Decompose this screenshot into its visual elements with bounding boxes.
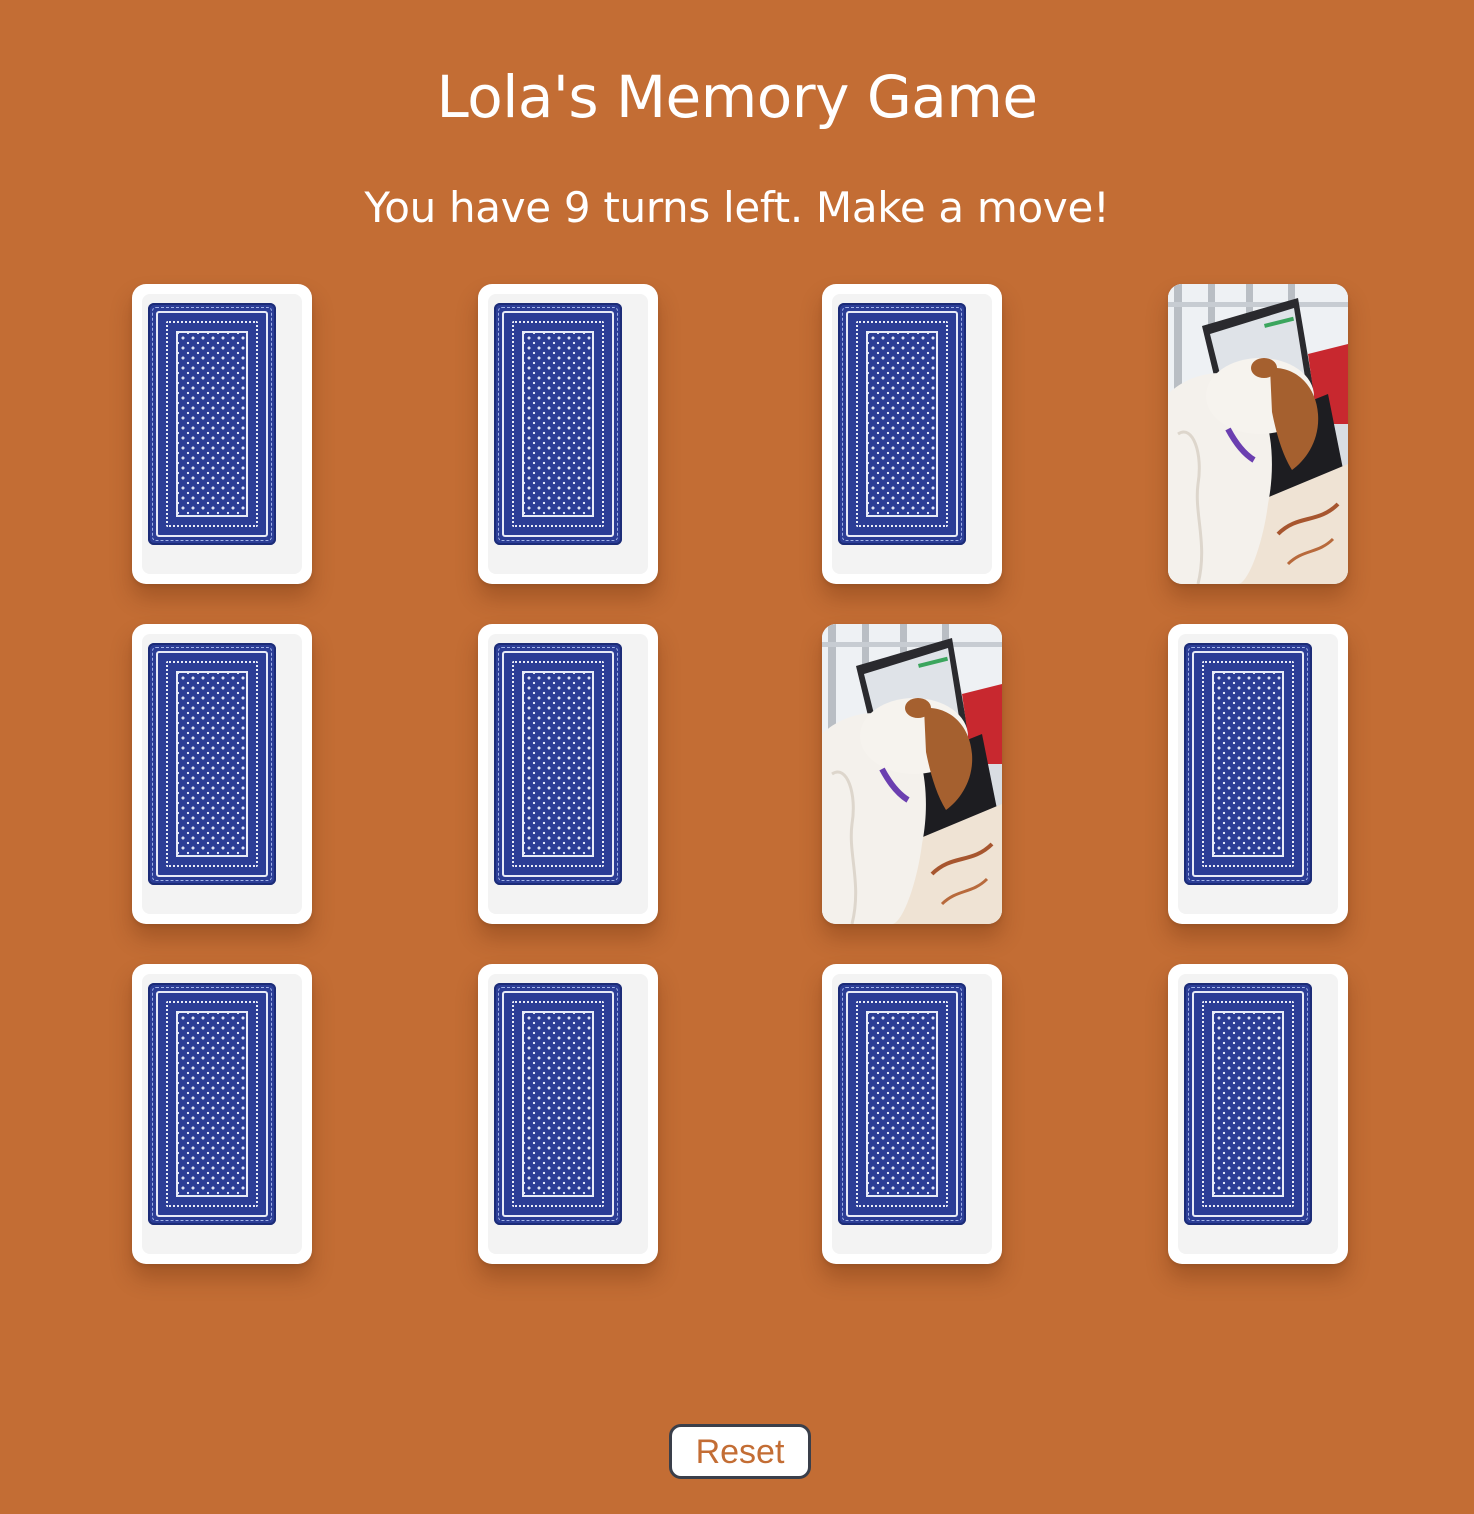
card-back-pattern-icon [1184,983,1312,1225]
memory-card-r1-c2-face-down[interactable] [478,284,658,584]
memory-card-r2-c4-face-down[interactable] [1168,624,1348,924]
dog-photo-icon [1168,284,1348,584]
memory-card-r3-c4-face-down[interactable] [1168,964,1348,1264]
card-back-pattern-icon [148,643,276,885]
card-back-pattern-icon [148,983,276,1225]
card-back-pattern-icon [1184,643,1312,885]
memory-card-r1-c4-face-up[interactable] [1168,284,1348,584]
memory-card-r3-c3-face-down[interactable] [822,964,1002,1264]
card-back-pattern-icon [494,643,622,885]
page-title: Lola's Memory Game [436,62,1038,131]
turns-status: You have 9 turns left. Make a move! [364,182,1110,232]
card-back-pattern-icon [838,303,966,545]
reset-button[interactable]: Reset [669,1424,811,1479]
memory-card-r3-c2-face-down[interactable] [478,964,658,1264]
dog-photo-icon [822,624,1002,924]
memory-card-r1-c1-face-down[interactable] [132,284,312,584]
memory-card-r3-c1-face-down[interactable] [132,964,312,1264]
card-back-pattern-icon [838,983,966,1225]
memory-card-r2-c1-face-down[interactable] [132,624,312,924]
memory-card-r2-c2-face-down[interactable] [478,624,658,924]
memory-card-r1-c3-face-down[interactable] [822,284,1002,584]
card-back-pattern-icon [148,303,276,545]
card-back-pattern-icon [494,303,622,545]
memory-card-r2-c3-face-up[interactable] [822,624,1002,924]
card-back-pattern-icon [494,983,622,1225]
